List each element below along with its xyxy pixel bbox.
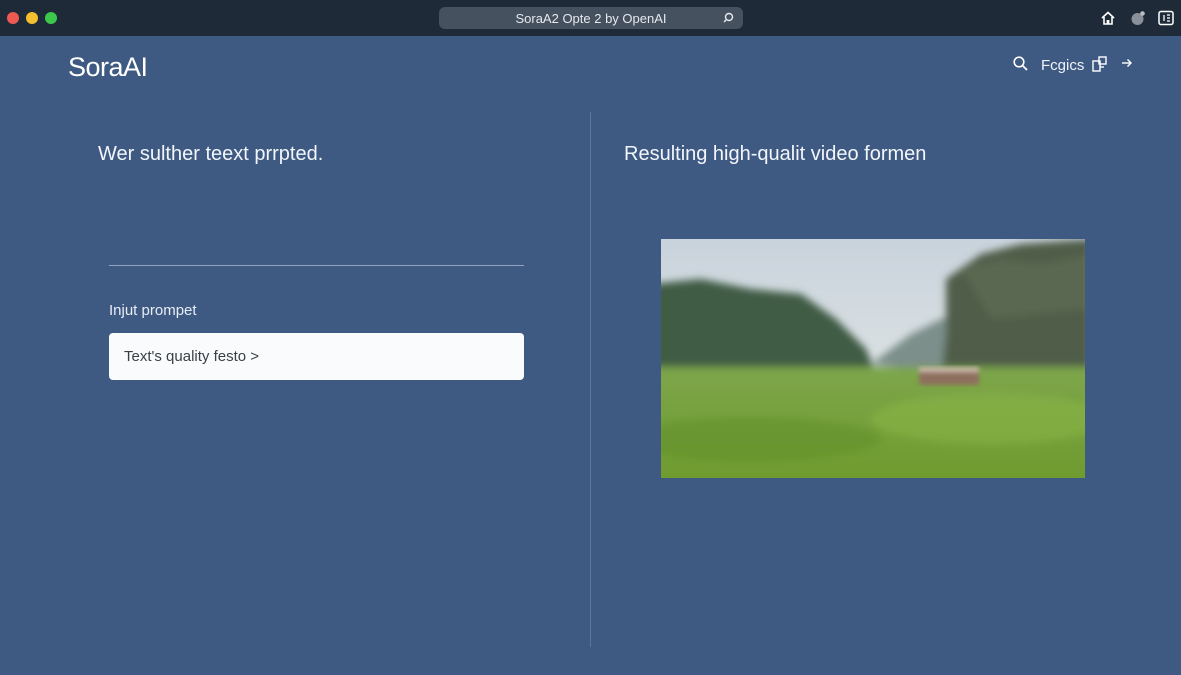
zoom-window-button[interactable] (45, 12, 57, 24)
address-bar[interactable]: SoraA2 Opte 2 by OpenAI (439, 7, 743, 29)
output-panel-heading: Resulting high-qualit video formen (624, 143, 927, 165)
video-preview[interactable] (661, 239, 1085, 478)
extension-icon[interactable] (1129, 9, 1147, 27)
close-window-button[interactable] (7, 12, 19, 24)
window-titlebar: SoraA2 Opte 2 by OpenAI (0, 0, 1181, 36)
nav-link[interactable]: Fcgics (1041, 57, 1084, 74)
search-icon[interactable] (721, 11, 735, 25)
landscape-video-thumbnail (661, 239, 1085, 478)
home-icon[interactable] (1099, 9, 1117, 27)
prompt-input[interactable]: Text's quality festo > (109, 333, 524, 380)
app-logo[interactable]: SoraAI (68, 52, 148, 83)
panel-divider (590, 112, 591, 647)
address-bar-text: SoraA2 Opte 2 by OpenAI (515, 11, 667, 26)
sidebar-toggle-icon[interactable] (1157, 9, 1175, 27)
arrow-right-icon[interactable] (1120, 56, 1134, 70)
prompt-input-value: Text's quality festo > (124, 348, 260, 365)
minimize-window-button[interactable] (26, 12, 38, 24)
input-panel-heading: Wer sulther teext prrpted. (98, 143, 324, 165)
section-divider (109, 265, 524, 266)
search-icon[interactable] (1012, 55, 1029, 72)
external-link-icon[interactable] (1091, 55, 1109, 73)
prompt-input-label: Injut prompet (109, 302, 197, 319)
